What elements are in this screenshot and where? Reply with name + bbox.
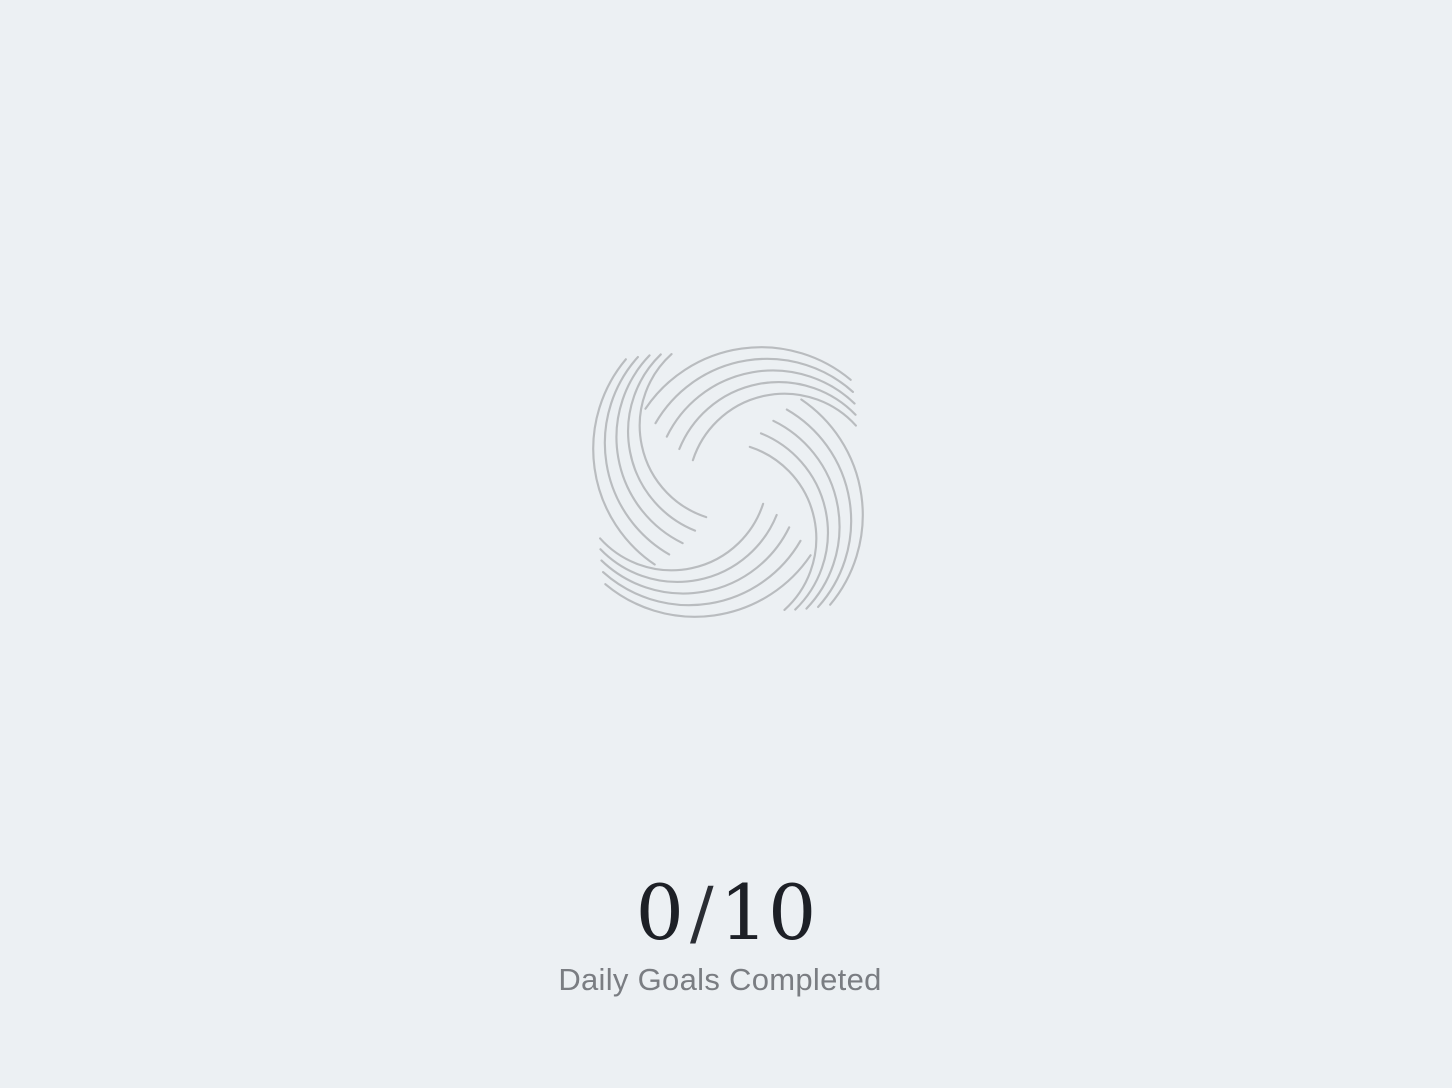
swirl-arc <box>599 513 778 583</box>
swirl-arc <box>772 419 841 610</box>
swirl-arc <box>627 353 697 532</box>
swirl-arc <box>600 526 791 595</box>
goals-screen: 0/10 Daily Goals Completed <box>0 0 1452 1088</box>
swirl-arc <box>785 408 853 609</box>
goals-counter: 0/10 <box>0 868 1452 960</box>
swirl-arc <box>665 369 856 438</box>
swirl-arc <box>603 355 671 556</box>
swirl-arc <box>678 381 857 451</box>
goals-counter-separator: / <box>690 872 714 954</box>
goals-label: Daily Goals Completed <box>558 962 882 997</box>
swirl-ring-graphic <box>592 346 864 618</box>
goals-total-count: 10 <box>719 868 817 957</box>
swirl-ring-icon <box>566 318 890 646</box>
swirl-arc <box>654 357 855 425</box>
goals-completed-count: 0 <box>635 868 685 957</box>
swirl-arc <box>615 354 684 545</box>
swirl-arc <box>759 432 829 611</box>
swirl-arc <box>601 539 802 607</box>
